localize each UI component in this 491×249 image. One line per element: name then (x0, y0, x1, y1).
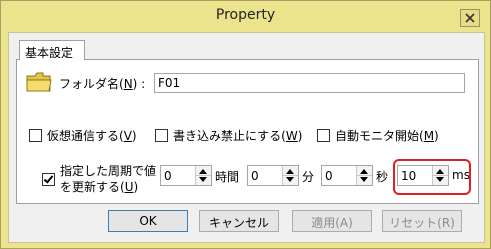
spin-up-icon (360, 169, 368, 174)
minutes-unit-label: 分 (302, 170, 315, 184)
periodic-update-checkbox[interactable] (42, 173, 55, 186)
close-icon (465, 13, 475, 23)
spin-up-icon (286, 169, 294, 174)
reset-button[interactable]: リセット(R) (382, 210, 462, 232)
seconds-spin-arrows[interactable] (356, 166, 372, 185)
seconds-spinner[interactable]: 0 (321, 165, 373, 186)
hours-unit-label: 時間 (215, 170, 240, 184)
apply-button[interactable]: 適用(A) (292, 210, 372, 232)
virtual-comm-label: 仮想通信する(V) (47, 129, 137, 143)
seconds-unit-label: 秒 (376, 170, 389, 184)
spin-up-icon (199, 169, 207, 174)
hours-spinner[interactable]: 0 (160, 165, 212, 186)
spin-down-icon (286, 177, 294, 182)
minutes-spin-arrows[interactable] (282, 166, 298, 185)
cancel-button[interactable]: キャンセル (199, 210, 279, 232)
title-bar[interactable]: Property (1, 1, 490, 31)
close-button[interactable] (460, 9, 480, 27)
hours-spin-arrows[interactable] (195, 166, 211, 185)
folder-icon (26, 72, 52, 92)
write-protect-label: 書き込み禁止にする(W) (173, 129, 303, 143)
spin-down-icon (199, 177, 207, 182)
window-title: Property (215, 7, 276, 23)
property-dialog: Property 基本設定 フォルダ名(N) : F01 仮想通信する(V) 書… (0, 0, 491, 249)
auto-monitor-label: 自動モニタ開始(M) (335, 129, 439, 143)
periodic-update-label: 指定した周期で値 を更新する(U) (60, 164, 157, 194)
ok-button[interactable]: OK (108, 210, 188, 232)
write-protect-checkbox[interactable] (155, 129, 168, 142)
folder-name-input[interactable]: F01 (154, 73, 465, 93)
milliseconds-highlight-box (393, 159, 471, 195)
virtual-comm-checkbox[interactable] (29, 129, 42, 142)
folder-name-label: フォルダ名(N) : (59, 77, 146, 91)
spin-down-icon (360, 177, 368, 182)
minutes-spinner[interactable]: 0 (247, 165, 299, 186)
auto-monitor-checkbox[interactable] (317, 129, 330, 142)
tab-basic-settings[interactable]: 基本設定 (19, 40, 85, 60)
